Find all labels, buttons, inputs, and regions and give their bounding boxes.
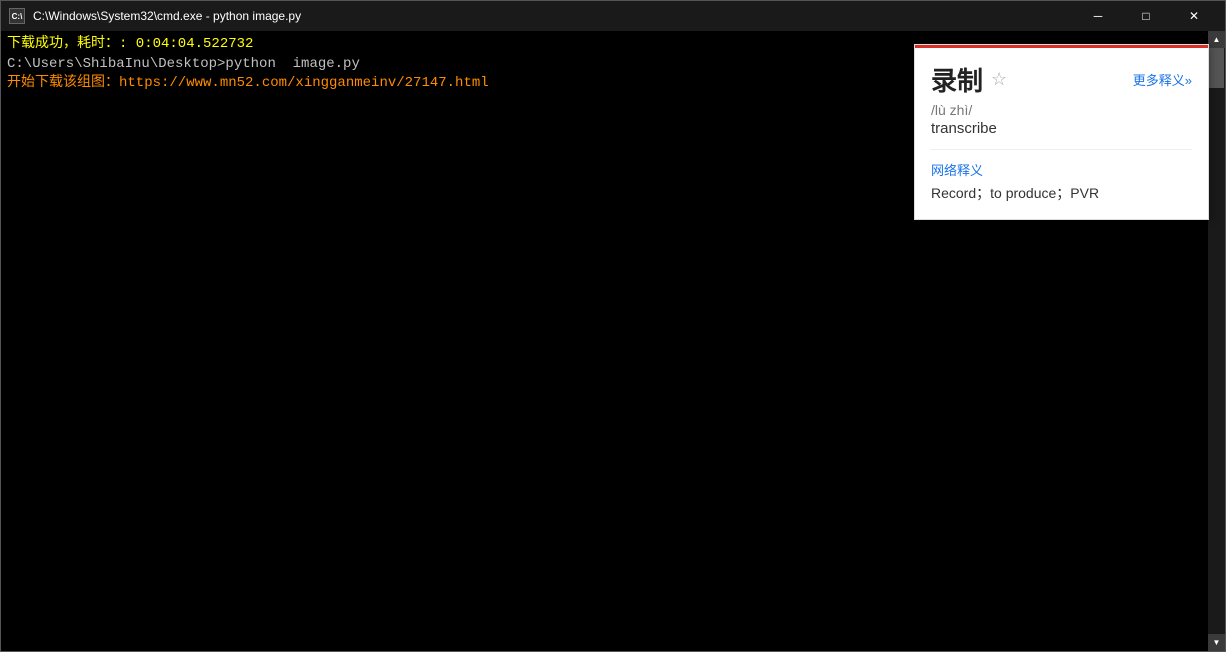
titlebar: C:\ C:\Windows\System32\cmd.exe - python… (1, 1, 1225, 31)
translation-pinyin: /lù zhì/ (931, 102, 1192, 118)
divider (931, 149, 1192, 150)
close-button[interactable]: ✕ (1171, 1, 1217, 31)
translation-header: 录制 ☆ 更多释义» (931, 61, 1192, 98)
more-meanings-link[interactable]: 更多释义» (1133, 70, 1192, 89)
titlebar-buttons: ─ □ ✕ (1075, 1, 1217, 31)
scroll-thumb[interactable] (1209, 48, 1224, 88)
translation-word: 录制 (931, 61, 983, 98)
network-meaning: Record；to produce；PVR (931, 183, 1192, 203)
scroll-down-arrow[interactable]: ▼ (1208, 634, 1225, 651)
maximize-button[interactable]: □ (1123, 1, 1169, 31)
scrollbar[interactable]: ▲ ▼ (1208, 31, 1225, 651)
cmd-icon: C:\ (9, 8, 25, 24)
minimize-button[interactable]: ─ (1075, 1, 1121, 31)
titlebar-title: C:\Windows\System32\cmd.exe - python ima… (33, 9, 1075, 23)
translation-popup: 录制 ☆ 更多释义» /lù zhì/ transcribe 网络释义 Reco… (914, 44, 1209, 220)
translation-meaning: transcribe (931, 120, 1192, 137)
favorite-star-icon[interactable]: ☆ (991, 69, 1007, 90)
scroll-track[interactable] (1208, 48, 1225, 634)
network-label: 网络释义 (931, 160, 1192, 179)
scroll-up-arrow[interactable]: ▲ (1208, 31, 1225, 48)
